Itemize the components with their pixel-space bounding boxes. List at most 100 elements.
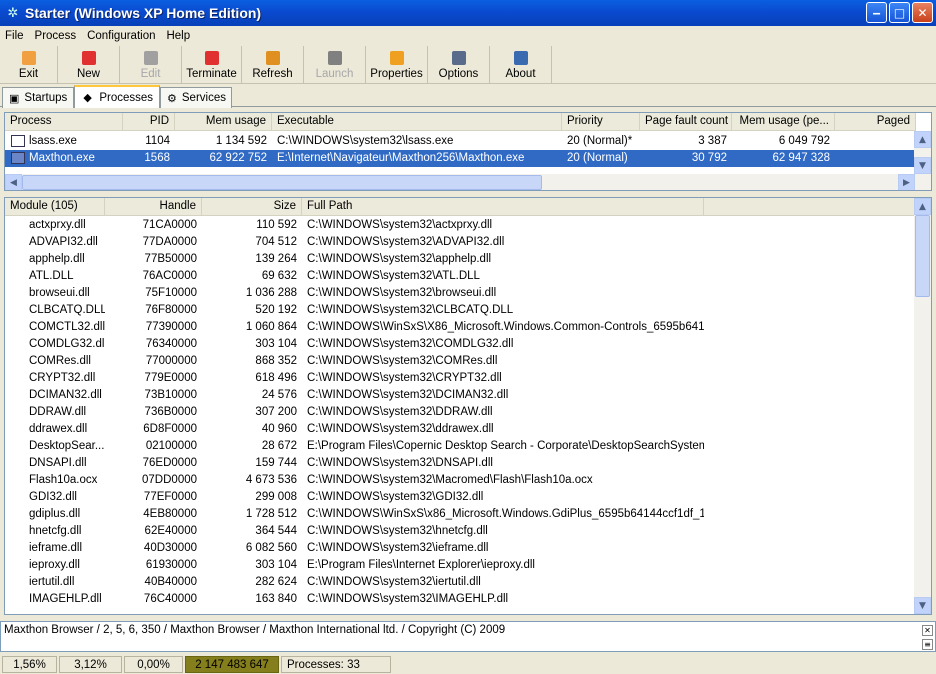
vscroll-thumb[interactable]: [915, 215, 930, 297]
tab-startups[interactable]: ▣ Startups: [2, 87, 74, 108]
processes-icon: ◆: [83, 92, 92, 104]
table-cell: 20 (Normal)*: [567, 135, 633, 147]
module-list[interactable]: Module (105) Handle Size Full Path actxprxy…: [4, 197, 932, 615]
process-vscroll[interactable]: ▲ ▼: [914, 131, 931, 174]
table-row[interactable]: lsass.exe 1104 1 134 592 C:\WINDOWS\system3…: [5, 133, 916, 150]
scroll-down-icon[interactable]: ▼: [914, 597, 931, 614]
options-button[interactable]: Options: [428, 46, 490, 84]
table-cell: 77390000: [145, 321, 197, 333]
table-row[interactable]: gdiplus.dll 4EB80000 1 728 512 C:\WINDOWS\W…: [5, 506, 916, 523]
column-header[interactable]: Size: [202, 198, 302, 216]
table-cell: IMAGEHLP.dll: [29, 593, 102, 605]
table-cell: 163 840: [255, 593, 297, 605]
table-row[interactable]: apphelp.dll 77B50000 139 264 C:\WINDOWS\sys…: [5, 251, 916, 268]
table-cell: GDI32.dll: [29, 491, 77, 503]
refresh-button[interactable]: Refresh: [242, 46, 304, 84]
column-header[interactable]: PID: [123, 113, 175, 131]
terminate-button[interactable]: Terminate: [182, 46, 242, 84]
tab-strip: ▣ Startups ◆ Processes ⚙ Services: [0, 85, 936, 108]
table-cell: C:\WINDOWS\system32\ieframe.dll: [307, 542, 489, 554]
table-row[interactable]: GDI32.dll 77EF0000 299 008 C:\WINDOWS\syste…: [5, 489, 916, 506]
table-cell: Flash10a.ocx: [29, 474, 98, 486]
table-cell: 1104: [145, 135, 170, 147]
table-row[interactable]: hnetcfg.dll 62E40000 364 544 C:\WINDOWS\sys…: [5, 523, 916, 540]
column-header[interactable]: Priority: [562, 113, 640, 131]
column-header[interactable]: Mem usage (pe...: [732, 113, 835, 131]
table-row[interactable]: ieproxy.dll 61930000 303 104 E:\Program Fil…: [5, 557, 916, 574]
new-button[interactable]: New: [58, 46, 120, 84]
column-header[interactable]: Process: [5, 113, 123, 131]
column-header[interactable]: Handle: [105, 198, 202, 216]
table-cell: 6 082 560: [245, 542, 297, 554]
maximize-button[interactable]: □: [889, 2, 910, 23]
table-row[interactable]: CLBCATQ.DLL 76F80000 520 192 C:\WINDOWS\sys…: [5, 302, 916, 319]
column-header[interactable]: Paged: [835, 113, 916, 131]
table-cell: 61930000: [145, 559, 197, 571]
table-row[interactable]: iertutil.dll 40B40000 282 624 C:\WINDOWS\sy…: [5, 574, 916, 591]
about-icon: [513, 50, 528, 65]
scroll-left-icon[interactable]: ◀: [5, 174, 22, 190]
table-row[interactable]: Maxthon.exe 1568 62 922 752 E:\Internet\Nav…: [5, 150, 916, 167]
table-row[interactable]: actxprxy.dll 71CA0000 110 592 C:\WINDOWS\sy…: [5, 217, 916, 234]
process-hscroll[interactable]: ◀ ▶: [5, 174, 931, 190]
tab-services[interactable]: ⚙ Services: [160, 87, 232, 108]
menu-help[interactable]: Help: [161, 30, 196, 42]
refresh-icon: [265, 50, 280, 65]
table-row[interactable]: COMCTL32.dll 77390000 1 060 864 C:\WINDOWS\…: [5, 319, 916, 336]
column-header[interactable]: Page fault count: [640, 113, 732, 131]
table-cell: ATL.DLL: [29, 270, 74, 282]
table-row[interactable]: Flash10a.ocx 07DD0000 4 673 536 C:\WINDOWS\…: [5, 472, 916, 489]
module-list-header: Module (105) Handle Size Full Path: [5, 198, 916, 216]
menu-configuration[interactable]: Configuration: [82, 30, 161, 42]
column-header[interactable]: Executable: [272, 113, 562, 131]
tab-processes[interactable]: ◆ Processes: [74, 85, 160, 108]
table-cell: 62 922 752: [209, 152, 267, 164]
startups-icon: ▣: [9, 92, 20, 105]
table-row[interactable]: DesktopSear... 02100000 28 672 E:\Program F…: [5, 438, 916, 455]
table-row[interactable]: COMDLG32.dll 76340000 303 104 C:\WINDOWS\sy…: [5, 336, 916, 353]
scroll-up-icon[interactable]: ▲: [914, 131, 931, 148]
table-cell: C:\WINDOWS\system32\apphelp.dll: [307, 253, 492, 265]
table-row[interactable]: ieframe.dll 40D30000 6 082 560 C:\WINDOWS\s…: [5, 540, 916, 557]
menu-icon[interactable]: ≡: [922, 639, 933, 650]
table-row[interactable]: IMAGEHLP.dll 76C40000 163 840 C:\WINDOWS\sy…: [5, 591, 916, 608]
properties-button[interactable]: Properties: [366, 46, 428, 84]
table-row[interactable]: DDRAW.dll 736B0000 307 200 C:\WINDOWS\syste…: [5, 404, 916, 421]
table-cell: 76C40000: [143, 593, 197, 605]
process-list[interactable]: Process PID Mem usage Executable Priority Pag…: [4, 112, 932, 191]
column-header[interactable]: Mem usage: [175, 113, 272, 131]
title-bar[interactable]: ✲ Starter (Windows XP Home Edition) ‒ □ …: [0, 0, 936, 26]
table-row[interactable]: ddrawex.dll 6D8F0000 40 960 C:\WINDOWS\syst…: [5, 421, 916, 438]
table-cell: 6 049 792: [778, 135, 830, 147]
table-row[interactable]: DCIMAN32.dll 73B10000 24 576 C:\WINDOWS\sys…: [5, 387, 916, 404]
minimize-button[interactable]: ‒: [866, 2, 887, 23]
column-header[interactable]: Full Path: [302, 198, 704, 216]
menu-process[interactable]: Process: [30, 30, 83, 42]
table-row[interactable]: browseui.dll 75F10000 1 036 288 C:\WINDOWS\…: [5, 285, 916, 302]
column-header[interactable]: Module (105): [5, 198, 105, 216]
table-row[interactable]: COMRes.dll 77000000 868 352 C:\WINDOWS\syst…: [5, 353, 916, 370]
services-icon: ⚙: [167, 92, 177, 105]
launch-button: Launch: [304, 46, 366, 84]
scroll-right-icon[interactable]: ▶: [898, 174, 915, 190]
exit-button[interactable]: Exit: [0, 46, 58, 84]
hscroll-thumb[interactable]: [22, 175, 542, 190]
table-row[interactable]: CRYPT32.dll 779E0000 618 496 C:\WINDOWS\sys…: [5, 370, 916, 387]
table-cell: C:\WINDOWS\WinSxS\x86_Microsoft.Windows.…: [307, 508, 704, 520]
table-cell: C:\WINDOWS\system32\ADVAPI32.dll: [307, 236, 505, 248]
table-row[interactable]: ATL.DLL 76AC0000 69 632 C:\WINDOWS\system32…: [5, 268, 916, 285]
scroll-down-icon[interactable]: ▼: [914, 157, 931, 174]
table-cell: 303 104: [255, 559, 297, 571]
table-row[interactable]: DNSAPI.dll 76ED0000 159 744 C:\WINDOWS\syst…: [5, 455, 916, 472]
module-vscroll[interactable]: ▲ ▼: [914, 198, 931, 614]
cpu-usage-3: 0,00%: [124, 656, 183, 673]
table-cell: ADVAPI32.dll: [29, 236, 98, 248]
table-row[interactable]: ADVAPI32.dll 77DA0000 704 512 C:\WINDOWS\sy…: [5, 234, 916, 251]
close-icon[interactable]: ✕: [922, 625, 933, 636]
table-cell: Maxthon.exe: [29, 152, 95, 164]
close-button[interactable]: ✕: [912, 2, 933, 23]
scroll-up-icon[interactable]: ▲: [914, 198, 931, 215]
about-button[interactable]: About: [490, 46, 552, 84]
table-cell: 520 192: [255, 304, 297, 316]
menu-file[interactable]: File: [0, 30, 30, 42]
